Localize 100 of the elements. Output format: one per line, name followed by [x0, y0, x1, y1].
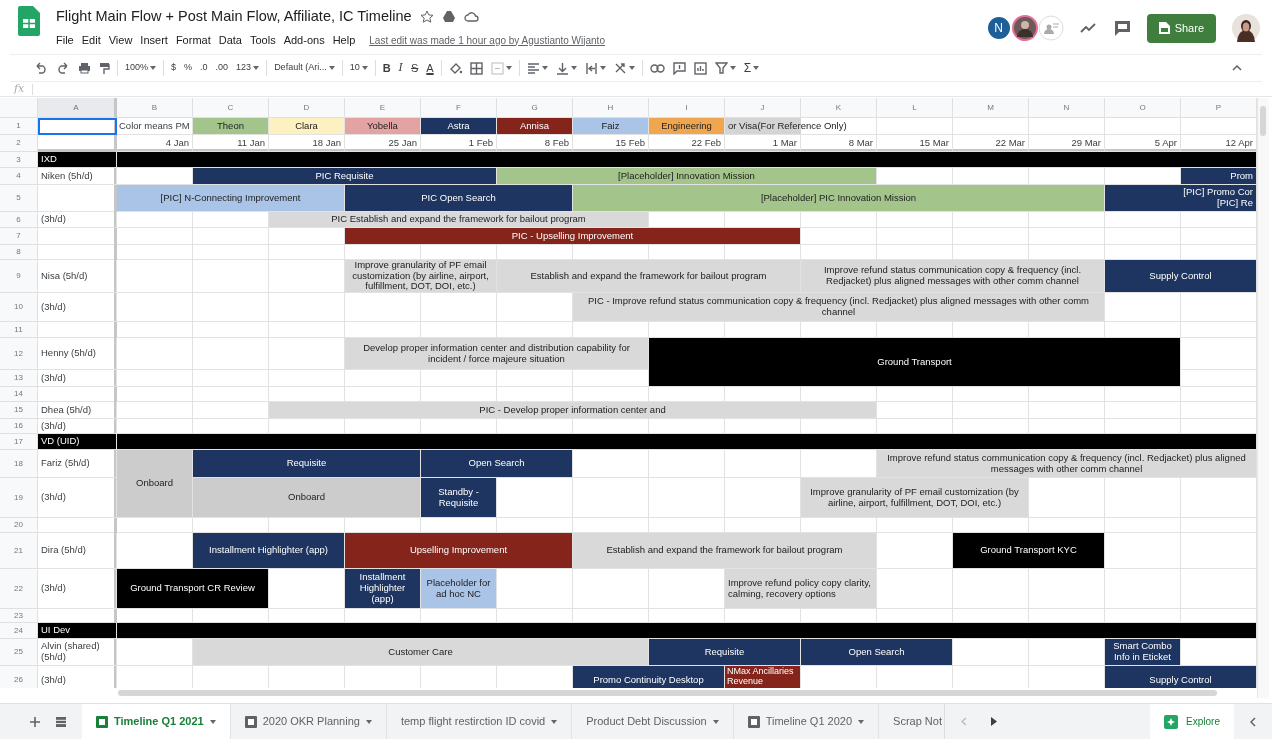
collapse-icon[interactable]	[1232, 64, 1242, 71]
document-title[interactable]: Flight Main Flow + Post Main Flow, Affiliate, IC Timeline	[56, 6, 412, 28]
column-header[interactable]: C	[193, 98, 269, 118]
column-header[interactable]: A	[38, 98, 117, 118]
column-header[interactable]: J	[725, 98, 801, 118]
star-icon[interactable]	[419, 9, 434, 24]
column-header[interactable]: N	[1029, 98, 1105, 118]
row-number[interactable]: 19	[0, 478, 38, 518]
vertical-scrollbar[interactable]	[1260, 106, 1266, 136]
row-number[interactable]: 8	[0, 245, 38, 260]
sheet-tab[interactable]: 2020 OKR Planning	[230, 704, 387, 739]
row-number[interactable]: 14	[0, 387, 38, 402]
sheet-tab[interactable]: Timeline Q1 2021	[82, 704, 231, 739]
column-header[interactable]: M	[953, 98, 1029, 118]
row-number[interactable]: 11	[0, 322, 38, 338]
caret-icon[interactable]	[712, 719, 719, 724]
add-sheet-icon[interactable]	[30, 716, 40, 727]
caret-icon[interactable]	[505, 66, 512, 70]
caret-icon[interactable]	[209, 719, 216, 724]
toolbar-button[interactable]: S	[406, 59, 423, 77]
caret-icon[interactable]	[328, 66, 335, 70]
row-number[interactable]: 4	[0, 168, 38, 185]
toolbar-button[interactable]: B	[378, 59, 395, 77]
row-number[interactable]: 10	[0, 293, 38, 322]
column-header[interactable]: I	[649, 98, 725, 118]
column-header[interactable]: L	[877, 98, 953, 118]
sheet-tab[interactable]: Product Debt Discussion	[572, 704, 734, 739]
row-number[interactable]: 26	[0, 666, 38, 688]
caret-icon[interactable]	[551, 719, 558, 724]
toolbar-button[interactable]: Default (Ari...	[270, 61, 339, 75]
cloud-icon[interactable]	[463, 11, 479, 23]
paint-format-icon[interactable]	[99, 61, 110, 75]
row-number[interactable]: 2	[0, 135, 38, 152]
link-icon[interactable]	[649, 63, 665, 73]
toolbar-button[interactable]: .00	[211, 61, 233, 75]
caret-icon[interactable]	[599, 66, 606, 70]
toolbar-button[interactable]: %	[180, 61, 197, 75]
menu-item[interactable]: File	[52, 31, 78, 49]
column-header[interactable]: F	[421, 98, 497, 118]
row-number[interactable]: 6	[0, 212, 38, 228]
menu-item[interactable]: Help	[328, 31, 360, 49]
merge-cells-icon[interactable]	[490, 61, 504, 75]
caret-icon[interactable]	[858, 719, 865, 724]
borders-icon[interactable]	[469, 61, 483, 75]
row-number[interactable]: 16	[0, 419, 38, 434]
profile-avatar-icon[interactable]	[1232, 14, 1260, 43]
menu-item[interactable]: Format	[171, 31, 215, 49]
comment-icon[interactable]	[1113, 19, 1131, 37]
column-header[interactable]: G	[497, 98, 573, 118]
row-number[interactable]: 24	[0, 623, 38, 639]
row-number[interactable]: 18	[0, 450, 38, 478]
row-number[interactable]: 13	[0, 370, 38, 387]
row-number[interactable]: 25	[0, 639, 38, 666]
row-number[interactable]: 7	[0, 228, 38, 245]
column-header[interactable]: E	[345, 98, 421, 118]
column-header[interactable]: O	[1105, 98, 1181, 118]
toolbar-button[interactable]: I	[394, 59, 407, 77]
align-left-icon[interactable]	[526, 62, 540, 74]
scroll-right-icon[interactable]	[991, 717, 997, 726]
cell-cursor[interactable]	[38, 118, 117, 135]
row-number[interactable]: 20	[0, 518, 38, 533]
caret-icon[interactable]	[253, 66, 260, 70]
column-header[interactable]: K	[801, 98, 877, 118]
side-panel-toggle-icon[interactable]	[1250, 716, 1256, 727]
row-number[interactable]: 3	[0, 152, 38, 168]
sheets-logo-icon[interactable]	[18, 6, 40, 36]
column-header[interactable]: P	[1181, 98, 1257, 118]
menu-item[interactable]: Add-ons	[279, 31, 329, 49]
print-icon[interactable]	[78, 62, 91, 74]
row-number[interactable]: 17	[0, 434, 38, 450]
menu-item[interactable]: View	[104, 31, 137, 49]
explore-button[interactable]: Explore	[1150, 704, 1234, 739]
caret-icon[interactable]	[753, 66, 760, 70]
column-header[interactable]: H	[573, 98, 649, 118]
toolbar-button[interactable]: 123	[232, 61, 264, 75]
caret-icon[interactable]	[150, 66, 157, 70]
toolbar-button[interactable]: 10	[345, 61, 372, 75]
text-wrap-icon[interactable]	[584, 61, 598, 75]
collaborator-avatar[interactable]: N	[985, 15, 1012, 42]
caret-icon[interactable]	[628, 66, 635, 70]
text-rotate-icon[interactable]	[613, 61, 627, 75]
caret-icon[interactable]	[541, 66, 548, 70]
fill-color-icon[interactable]	[448, 61, 462, 75]
share-button[interactable]: Share	[1146, 14, 1216, 43]
toolbar-button[interactable]: .0	[196, 61, 212, 75]
column-header[interactable]: D	[269, 98, 345, 118]
caret-icon[interactable]	[729, 66, 736, 70]
sheet-tab[interactable]: Scrap Not	[879, 704, 944, 739]
last-edit-link[interactable]: Last edit was made 1 hour ago by Agustianto Wijanto	[369, 32, 605, 48]
toolbar-button[interactable]: Σ	[739, 59, 764, 77]
row-number[interactable]: 21	[0, 533, 38, 569]
toolbar-button[interactable]: 100%	[121, 61, 161, 75]
trend-icon[interactable]	[1079, 23, 1098, 34]
row-number[interactable]: 1	[0, 118, 38, 135]
comment-icon[interactable]	[672, 61, 686, 75]
sheet-tab[interactable]: Timeline Q1 2020	[733, 704, 880, 739]
caret-icon[interactable]	[570, 66, 577, 70]
row-number[interactable]: 9	[0, 260, 38, 293]
caret-icon[interactable]	[365, 719, 372, 724]
chart-icon[interactable]	[693, 61, 707, 75]
